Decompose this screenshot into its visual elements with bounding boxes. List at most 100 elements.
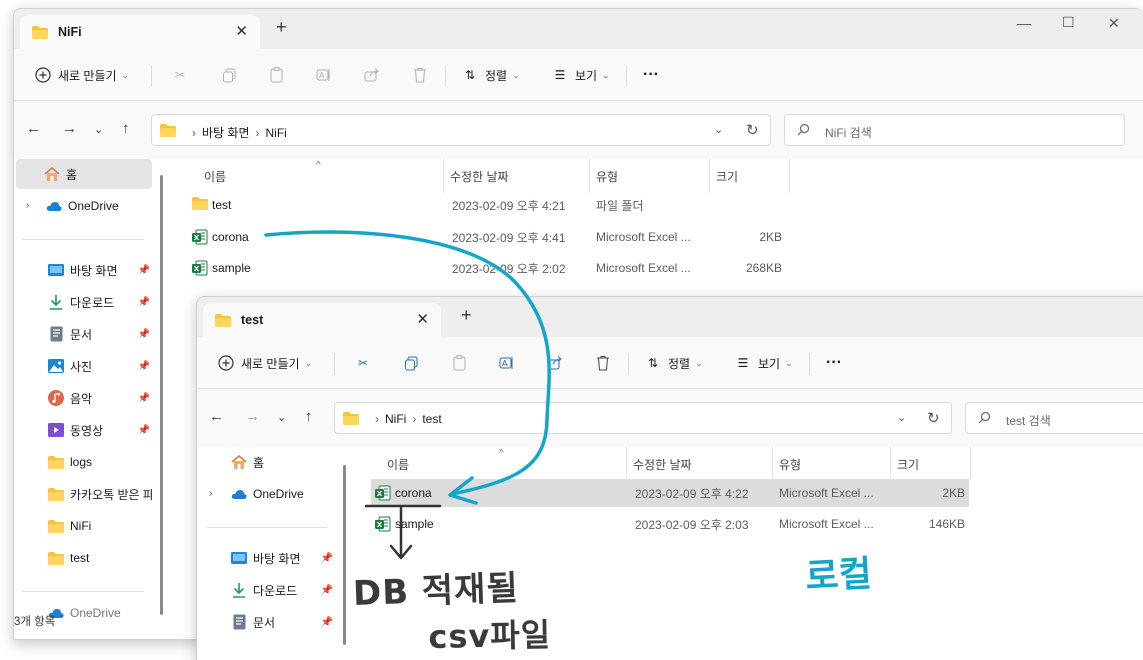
close-tab-icon[interactable]: ✕ — [416, 310, 429, 328]
maximize-icon[interactable]: ☐ — [1062, 14, 1075, 31]
pin-icon[interactable]: 📌 — [138, 361, 150, 372]
paste-button[interactable] — [267, 49, 285, 101]
sidebar-item-logs[interactable]: logs — [16, 447, 152, 477]
sidebar-item-kakaotalk[interactable]: 카카오톡 받은 파일 — [16, 479, 152, 509]
breadcrumb-nifi[interactable]: NiFi — [385, 412, 406, 426]
sidebar-item-downloads[interactable]: 다운로드 📌 — [199, 575, 335, 605]
column-header-modified[interactable]: 수정한 날짜 — [444, 159, 590, 193]
rename-button[interactable]: A — [315, 49, 333, 101]
file-size: 2KB — [942, 486, 965, 500]
sidebar-scrollbar[interactable] — [160, 175, 163, 615]
search-box[interactable]: test 검색 — [965, 402, 1143, 434]
column-header-size[interactable]: 크기 — [891, 447, 971, 481]
tab-test[interactable]: test ✕ — [203, 303, 441, 337]
breadcrumb-test[interactable]: test — [422, 412, 441, 426]
file-row[interactable]: test 2023-02-09 오후 4:21 파일 폴더 — [188, 191, 788, 219]
chevron-down-icon[interactable]: ⌄ — [897, 411, 906, 424]
more-button[interactable]: ··· — [826, 337, 842, 389]
copy-button[interactable] — [402, 337, 420, 389]
sidebar-item-documents[interactable]: 문서 📌 — [199, 607, 335, 637]
recent-chevron-icon[interactable]: ⌄ — [94, 123, 103, 136]
file-name: test — [212, 198, 232, 212]
back-arrow-icon[interactable]: ← — [209, 408, 224, 425]
sort-button[interactable]: ⇅ 정렬 ⌄ — [461, 49, 520, 101]
sidebar-item-label: 다운로드 — [253, 583, 298, 598]
minimize-icon[interactable]: — — [1017, 15, 1031, 31]
up-arrow-icon[interactable]: ↑ — [305, 408, 313, 425]
view-button[interactable]: ☰ 보기 ⌄ — [734, 337, 793, 389]
file-row-selected[interactable]: corona 2023-02-09 오후 4:22 Microsoft Exce… — [371, 479, 969, 507]
copy-button[interactable] — [220, 49, 238, 101]
delete-button[interactable] — [411, 49, 429, 101]
close-tab-icon[interactable]: ✕ — [235, 22, 248, 40]
sidebar-item-test[interactable]: test — [16, 543, 152, 573]
sidebar-item-music[interactable]: 음악 📌 — [16, 383, 152, 413]
chevron-down-icon[interactable]: ⌄ — [714, 123, 723, 136]
pin-icon[interactable]: 📌 — [138, 425, 150, 436]
file-row[interactable]: sample 2023-02-09 오후 2:03 Microsoft Exce… — [371, 510, 969, 538]
breadcrumb-desktop[interactable]: 바탕 화면 — [202, 126, 250, 140]
cut-button[interactable]: ✂ — [354, 337, 372, 389]
column-header-size[interactable]: 크기 — [710, 159, 790, 193]
sidebar-item-documents[interactable]: 문서 📌 — [16, 319, 152, 349]
sidebar-item-onedrive[interactable]: OneDrive — [16, 191, 152, 221]
file-size: 2KB — [759, 230, 782, 244]
file-row[interactable]: corona 2023-02-09 오후 4:41 Microsoft Exce… — [188, 223, 788, 251]
pin-icon[interactable]: 📌 — [138, 265, 150, 276]
address-bar[interactable]: › 바탕 화면 › NiFi ⌄ ↻ — [151, 114, 771, 146]
divider — [22, 239, 144, 240]
file-row[interactable]: sample 2023-02-09 오후 2:02 Microsoft Exce… — [188, 254, 788, 282]
sidebar-item-pictures[interactable]: 사진 📌 — [16, 351, 152, 381]
cut-button[interactable]: ✂ — [171, 49, 189, 101]
address-bar[interactable]: › NiFi › test ⌄ ↻ — [334, 402, 952, 434]
new-tab-icon[interactable]: + — [276, 17, 287, 38]
refresh-icon[interactable]: ↻ — [927, 409, 940, 427]
share-button[interactable] — [546, 337, 564, 389]
sidebar-item-nifi[interactable]: NiFi — [16, 511, 152, 541]
scissors-icon: ✂ — [357, 356, 369, 370]
column-header-type[interactable]: 유형 — [773, 447, 891, 481]
delete-button[interactable] — [594, 337, 612, 389]
sidebar-item-onedrive[interactable]: OneDrive — [199, 479, 335, 509]
pin-icon[interactable]: 📌 — [138, 329, 150, 340]
view-button[interactable]: ☰ 보기 ⌄ — [551, 49, 610, 101]
file-modified: 2023-02-09 오후 2:03 — [635, 517, 749, 532]
column-header-name[interactable]: 이름 ^ — [381, 447, 627, 481]
navigation-pane: 홈 › OneDrive 바탕 화면 📌 다운로드 📌 문서 📌 — [197, 447, 347, 660]
paste-button[interactable] — [450, 337, 468, 389]
column-header-modified[interactable]: 수정한 날짜 — [627, 447, 773, 481]
sidebar-scrollbar[interactable] — [343, 465, 346, 645]
column-header-type[interactable]: 유형 — [590, 159, 710, 193]
tab-nifi[interactable]: NiFi ✕ — [20, 15, 260, 49]
sort-button[interactable]: ⇅ 정렬 ⌄ — [644, 337, 703, 389]
recent-chevron-icon[interactable]: ⌄ — [277, 411, 286, 424]
search-box[interactable]: NiFi 검색 — [784, 114, 1125, 146]
up-arrow-icon[interactable]: ↑ — [122, 120, 130, 137]
new-button[interactable]: 새로 만들기 ⌄ — [34, 49, 129, 101]
forward-arrow-icon[interactable]: → — [245, 408, 260, 425]
pin-icon[interactable]: 📌 — [321, 553, 333, 564]
sidebar-item-downloads[interactable]: 다운로드 📌 — [16, 287, 152, 317]
rename-button[interactable]: A — [498, 337, 516, 389]
column-header-name[interactable]: 이름 ^ — [198, 159, 444, 193]
back-arrow-icon[interactable]: ← — [26, 120, 41, 137]
sidebar-item-desktop[interactable]: 바탕 화면 📌 — [16, 255, 152, 285]
pin-icon[interactable]: 📌 — [138, 297, 150, 308]
new-button[interactable]: 새로 만들기 ⌄ — [217, 337, 312, 389]
sidebar-item-desktop[interactable]: 바탕 화면 📌 — [199, 543, 335, 573]
share-button[interactable] — [363, 49, 381, 101]
file-size: 268KB — [745, 261, 782, 275]
more-button[interactable]: ··· — [643, 49, 659, 101]
pin-icon[interactable]: 📌 — [321, 585, 333, 596]
sidebar-item-videos[interactable]: 동영상 📌 — [16, 415, 152, 445]
new-tab-icon[interactable]: + — [461, 305, 472, 326]
pin-icon[interactable]: 📌 — [321, 617, 333, 628]
forward-arrow-icon[interactable]: → — [62, 120, 77, 137]
sidebar-item-home[interactable]: 홈 — [16, 159, 152, 189]
breadcrumb-nifi[interactable]: NiFi — [266, 126, 287, 140]
refresh-icon[interactable]: ↻ — [746, 121, 759, 139]
pin-icon[interactable]: 📌 — [138, 393, 150, 404]
close-window-icon[interactable]: ✕ — [1108, 15, 1120, 32]
sidebar-item-home[interactable]: 홈 — [199, 447, 335, 477]
folder-icon — [160, 124, 176, 140]
